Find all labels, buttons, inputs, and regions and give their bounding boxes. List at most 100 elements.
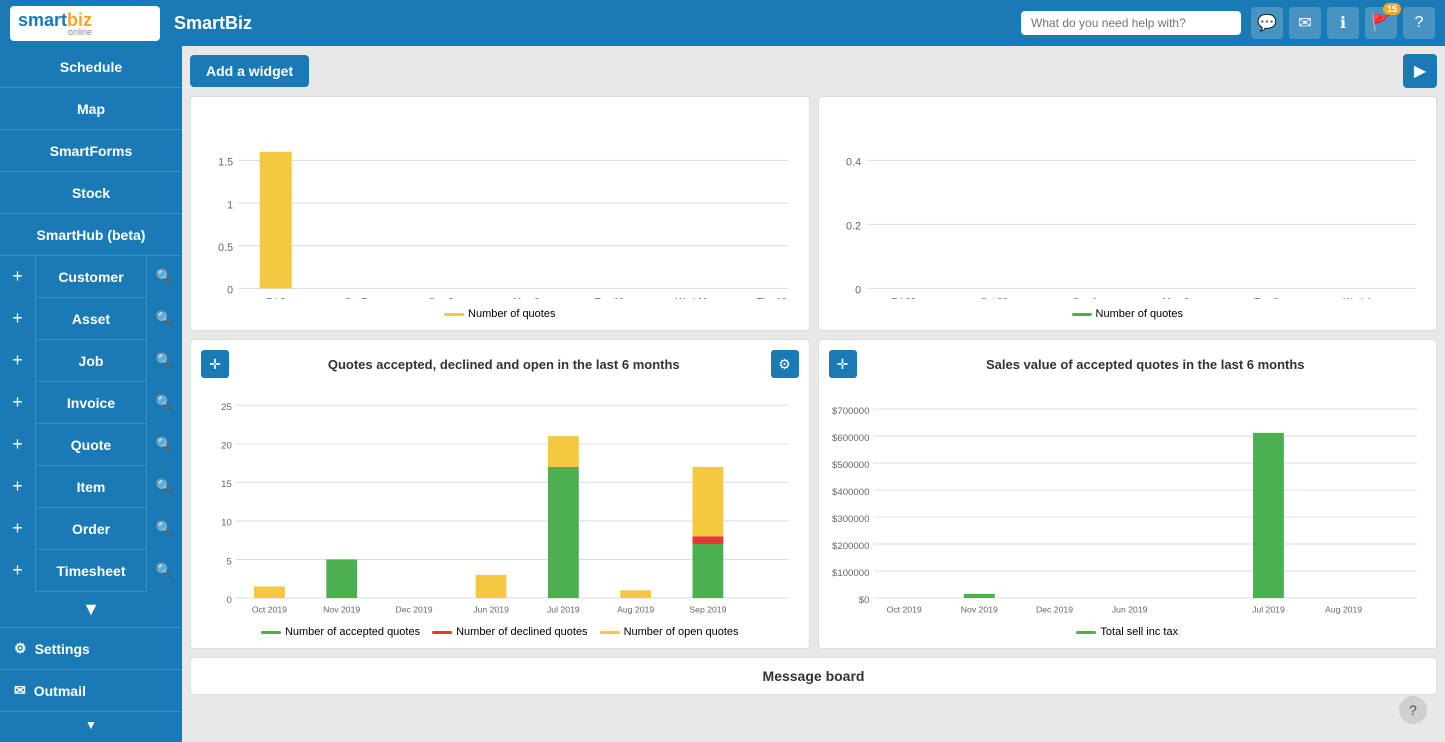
sidebar-item-customer[interactable]: Customer <box>36 269 146 285</box>
svg-text:Sep 2019: Sep 2019 <box>689 605 726 615</box>
svg-text:$100000: $100000 <box>832 568 869 579</box>
add-customer-button[interactable]: + <box>0 256 36 298</box>
widget-sales-6months: ✛ Sales value of accepted quotes in the … <box>818 339 1438 649</box>
chart-legend-week: Number of quotes <box>201 308 799 320</box>
sidebar-row-invoice: + Invoice 🔍 <box>0 382 182 424</box>
sidebar-row-asset: + Asset 🔍 <box>0 298 182 340</box>
svg-text:$500000: $500000 <box>832 460 869 471</box>
search-invoice-button[interactable]: 🔍 <box>146 382 182 424</box>
scroll-down-arrow[interactable]: ▼ <box>85 716 97 734</box>
widget-quotes-this-week: 0 0.5 1 1.5 <box>190 96 810 331</box>
widget-header-sales-6m: ✛ Sales value of accepted quotes in the … <box>829 350 1427 378</box>
add-asset-button[interactable]: + <box>0 298 36 340</box>
svg-text:$700000: $700000 <box>832 406 869 417</box>
sidebar-settings[interactable]: ⚙ Settings <box>0 628 182 670</box>
main-layout: Schedule Map SmartForms Stock SmartHub (… <box>0 46 1445 742</box>
svg-text:10: 10 <box>221 518 232 529</box>
svg-text:Nov 2019: Nov 2019 <box>960 605 997 615</box>
legend-dot-accepted <box>261 631 281 634</box>
sidebar-row-order: + Order 🔍 <box>0 508 182 550</box>
chat-icon[interactable]: 💬 <box>1251 7 1283 39</box>
header-search <box>1021 11 1241 35</box>
search-item-button[interactable]: 🔍 <box>146 466 182 508</box>
sidebar-scroll: ▼ <box>0 712 182 738</box>
search-quote-button[interactable]: 🔍 <box>146 424 182 466</box>
info-icon[interactable]: ℹ <box>1327 7 1359 39</box>
legend-accepted: Number of accepted quotes <box>261 626 420 638</box>
add-job-button[interactable]: + <box>0 340 36 382</box>
search-order-button[interactable]: 🔍 <box>146 508 182 550</box>
sidebar-item-asset[interactable]: Asset <box>36 311 146 327</box>
logo: smartbiz online <box>10 6 160 41</box>
search-input[interactable] <box>1021 11 1241 35</box>
sidebar-item-map[interactable]: Map <box>0 88 182 130</box>
svg-text:Jun 2019: Jun 2019 <box>1111 605 1147 615</box>
sidebar-item-quote[interactable]: Quote <box>36 437 146 453</box>
add-invoice-button[interactable]: + <box>0 382 36 424</box>
widget-grid: 0 0.5 1 1.5 <box>190 96 1437 649</box>
widget-quotes-6months: ✛ Quotes accepted, declined and open in … <box>190 339 810 649</box>
svg-text:Wed 11: Wed 11 <box>676 296 708 299</box>
add-item-button[interactable]: + <box>0 466 36 508</box>
search-timesheet-button[interactable]: 🔍 <box>146 550 182 592</box>
chart-legend-sales-6m: Total sell inc tax <box>829 626 1427 638</box>
sidebar-item-smarthub[interactable]: SmartHub (beta) <box>0 214 182 256</box>
sidebar-item-stock[interactable]: Stock <box>0 172 182 214</box>
search-job-button[interactable]: 🔍 <box>146 340 182 382</box>
drag-handle-sales-6m[interactable]: ✛ <box>829 350 857 378</box>
sidebar-item-schedule[interactable]: Schedule <box>0 46 182 88</box>
svg-text:Jul 2019: Jul 2019 <box>1252 605 1285 615</box>
legend-total-sell: Total sell inc tax <box>1076 626 1178 638</box>
svg-text:Fri 29: Fri 29 <box>891 296 916 299</box>
help-icon[interactable]: ? <box>1403 7 1435 39</box>
add-timesheet-button[interactable]: + <box>0 550 36 592</box>
chart-svg-week: 0 0.5 1 1.5 <box>201 107 799 299</box>
chart-svg-sales-6m: $0 $100000 $200000 $300000 $400000 $5000… <box>829 386 1427 617</box>
legend-dot-declined <box>432 631 452 634</box>
legend-label-total-sell: Total sell inc tax <box>1100 626 1178 638</box>
legend-dot-prev-quotes <box>1072 313 1092 316</box>
flag-icon[interactable]: 🚩 15 <box>1365 7 1397 39</box>
sidebar-item-job[interactable]: Job <box>36 353 146 369</box>
sidebar-outmail[interactable]: ✉ Outmail <box>0 670 182 712</box>
legend-item-prev-quotes: Number of quotes <box>1072 308 1183 320</box>
add-order-button[interactable]: + <box>0 508 36 550</box>
svg-text:Mon 9: Mon 9 <box>513 296 540 299</box>
svg-text:Tue 3: Tue 3 <box>1254 296 1278 299</box>
svg-text:Oct 2019: Oct 2019 <box>886 605 921 615</box>
svg-text:Jun 2019: Jun 2019 <box>473 605 509 615</box>
sidebar-item-item[interactable]: Item <box>36 479 146 495</box>
dashboard-top-bar: Add a widget ▶ <box>190 54 1437 88</box>
svg-text:Jul 2019: Jul 2019 <box>547 605 580 615</box>
chart-svg-6m: 0 5 10 15 20 25 <box>201 386 799 617</box>
sidebar-row-timesheet: + Timesheet 🔍 <box>0 550 182 592</box>
sidebar-item-order[interactable]: Order <box>36 521 146 537</box>
chart-legend-6m: Number of accepted quotes Number of decl… <box>201 626 799 638</box>
gear-icon: ⚙ <box>14 640 27 657</box>
widget-title-quotes-6m: Quotes accepted, declined and open in th… <box>237 357 771 372</box>
legend-label-declined: Number of declined quotes <box>456 626 587 638</box>
search-customer-button[interactable]: 🔍 <box>146 256 182 298</box>
drag-handle-quotes-6m[interactable]: ✛ <box>201 350 229 378</box>
sidebar-item-invoice[interactable]: Invoice <box>36 395 146 411</box>
svg-text:Sat 30: Sat 30 <box>980 296 1008 299</box>
chart-prev-week: 0 0.2 0.4 Fri 29 Sat 30 Sun 1 Mon 2 Tue … <box>829 107 1427 320</box>
svg-text:Mon 2: Mon 2 <box>1162 296 1189 299</box>
app-title: SmartBiz <box>174 13 1021 34</box>
content-inner: Add a widget ▶ 0 0.5 1 1.5 <box>182 46 1445 703</box>
sidebar-more-button[interactable]: ▼ <box>0 592 182 628</box>
legend-label-accepted: Number of accepted quotes <box>285 626 420 638</box>
add-widget-button[interactable]: Add a widget <box>190 55 309 87</box>
send-icon[interactable]: ✉ <box>1289 7 1321 39</box>
svg-text:$200000: $200000 <box>832 541 869 552</box>
sidebar-item-smartforms[interactable]: SmartForms <box>0 130 182 172</box>
legend-open: Number of open quotes <box>600 626 739 638</box>
add-quote-button[interactable]: + <box>0 424 36 466</box>
widget-settings-quotes-6m[interactable]: ⚙ <box>771 350 799 378</box>
search-asset-button[interactable]: 🔍 <box>146 298 182 340</box>
sidebar-item-timesheet[interactable]: Timesheet <box>36 563 146 579</box>
play-button[interactable]: ▶ <box>1403 54 1437 88</box>
svg-text:Thu 12: Thu 12 <box>757 296 787 299</box>
svg-text:$0: $0 <box>858 595 869 606</box>
floating-help-button[interactable]: ? <box>1399 696 1427 724</box>
